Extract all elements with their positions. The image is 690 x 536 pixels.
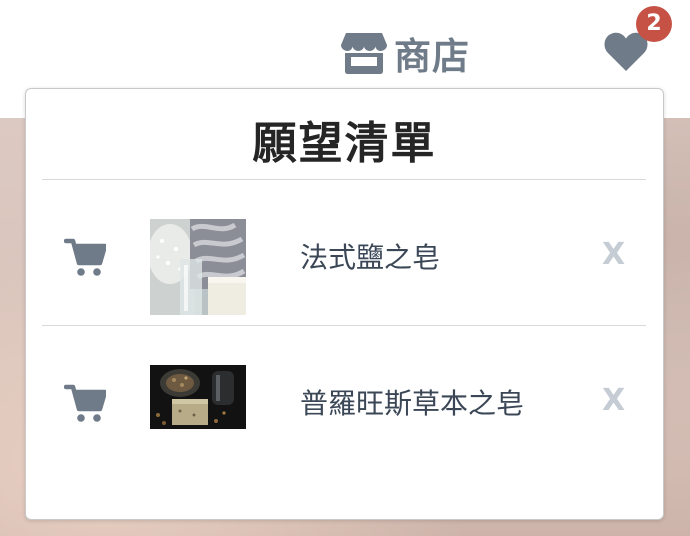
remove-item-button[interactable]: X [602, 383, 625, 418]
wishlist-title: 願望清單 [252, 118, 437, 169]
add-to-cart-button[interactable] [63, 383, 108, 423]
remove-item-button[interactable]: X [602, 237, 625, 272]
herbal-soap-thumbnail [150, 365, 246, 429]
salt-soap-thumbnail [150, 219, 246, 315]
store-icon [340, 31, 388, 75]
cart-icon [63, 238, 108, 281]
wishlist-item: 普羅旺斯草本之皂 X [42, 335, 646, 465]
add-to-cart-button[interactable] [63, 237, 108, 277]
heart-icon [603, 32, 649, 76]
wishlist-count-badge: 2 [636, 6, 672, 42]
shop-label: 商店 [394, 35, 470, 78]
wishlist-item: 法式鹽之皂 X [42, 189, 646, 319]
divider [42, 179, 646, 180]
item-name[interactable]: 法式鹽之皂 [300, 236, 440, 276]
wishlist-dropdown: 願望清單 法式鹽之皂 X 普羅旺斯草本之皂 X [25, 88, 664, 520]
shop-link[interactable]: 商店 [340, 30, 470, 78]
divider [42, 325, 646, 326]
cart-icon [63, 384, 108, 427]
item-name[interactable]: 普羅旺斯草本之皂 [300, 382, 524, 422]
